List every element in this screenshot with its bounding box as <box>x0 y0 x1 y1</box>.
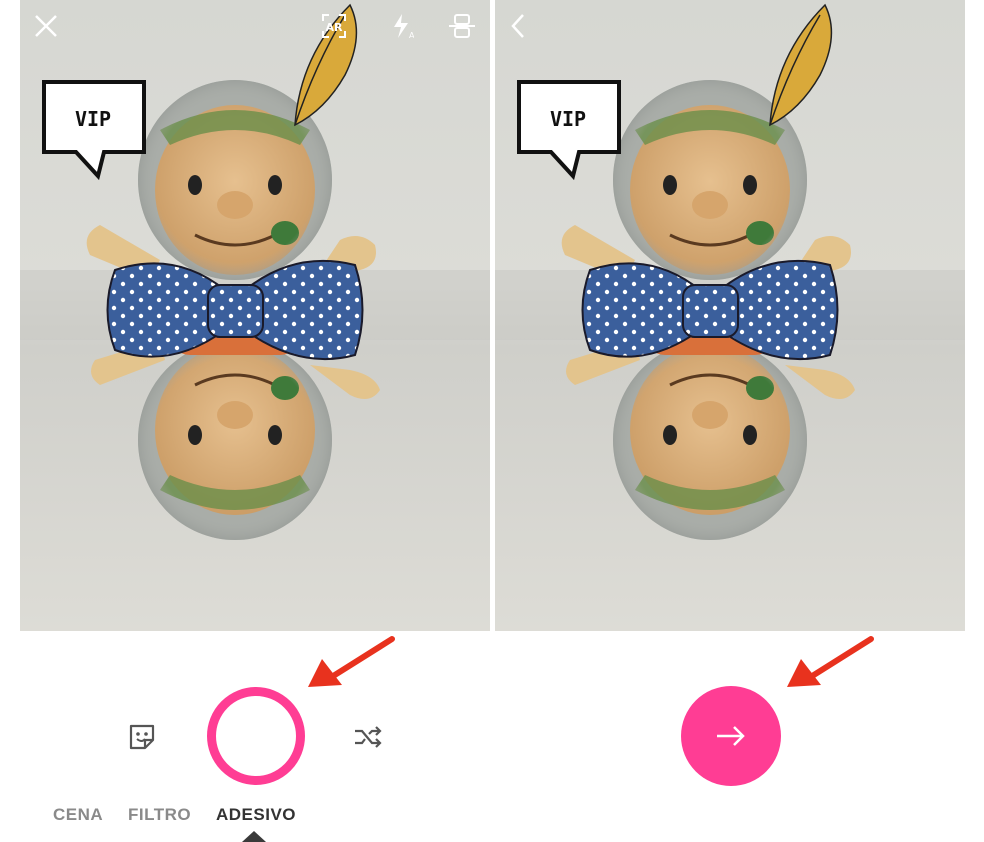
camera-photo: VIP <box>20 0 490 631</box>
svg-text:AR: AR <box>326 21 344 34</box>
next-button[interactable] <box>681 686 781 786</box>
camera-controls: CENA FILTRO ADESIVO <box>20 631 490 842</box>
sticker-icon[interactable] <box>124 719 160 755</box>
ar-icon[interactable]: AR <box>318 10 350 42</box>
tab-cena[interactable]: CENA <box>53 805 103 825</box>
vip-sticker-text: VIP <box>550 107 586 131</box>
active-tab-indicator <box>242 831 266 842</box>
tab-adesivo[interactable]: ADESIVO <box>216 805 296 825</box>
camera-preview: VIP AR A <box>20 0 490 631</box>
switch-camera-icon[interactable] <box>446 10 478 42</box>
close-icon[interactable] <box>30 10 62 42</box>
preview-controls <box>494 631 966 842</box>
vip-sticker-text: VIP <box>75 107 111 131</box>
tab-filtro[interactable]: FILTRO <box>128 805 191 825</box>
annotation-arrow <box>787 636 874 687</box>
captured-photo: VIP <box>495 0 965 631</box>
shuffle-icon[interactable] <box>350 719 386 755</box>
arrow-right-icon <box>717 726 745 746</box>
flash-auto-icon[interactable]: A <box>386 10 418 42</box>
chevron-left-icon[interactable] <box>502 10 534 42</box>
photo-preview: VIP <box>494 0 966 631</box>
svg-text:A: A <box>409 31 414 40</box>
capture-button[interactable] <box>207 687 305 785</box>
annotation-arrow <box>308 636 395 687</box>
